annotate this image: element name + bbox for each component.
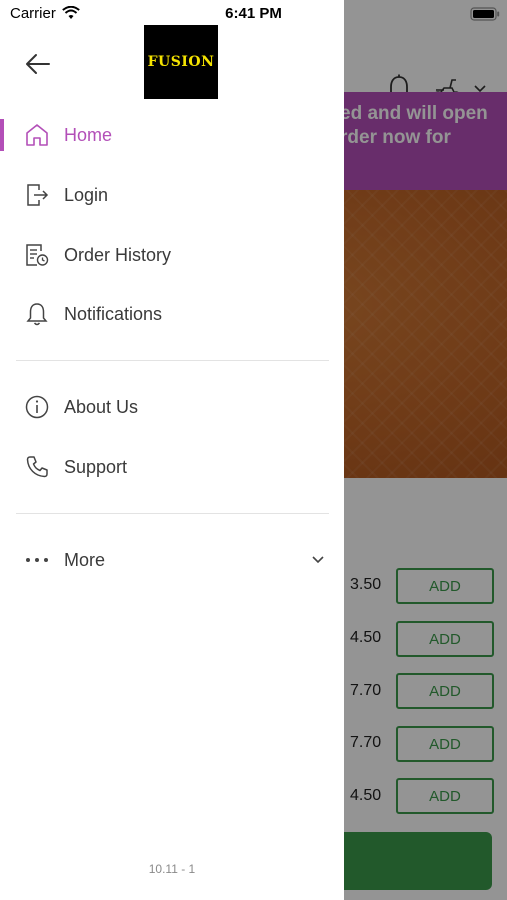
order-history-icon — [26, 244, 49, 266]
status-bar: Carrier 6:41 PM — [0, 0, 507, 28]
chevron-down-icon[interactable] — [310, 554, 326, 566]
more-dots-icon — [26, 558, 48, 562]
info-icon — [25, 395, 49, 419]
bell-icon — [26, 303, 48, 326]
menu-item-label: Notifications — [64, 303, 163, 324]
menu-item-label: Login — [64, 184, 109, 205]
menu-item-label: Home — [64, 124, 113, 145]
status-time: 6:41 PM — [225, 5, 282, 22]
login-icon — [27, 184, 49, 206]
back-arrow-icon[interactable] — [24, 50, 52, 78]
navigation-drawer: FUSION Home Login Order History Notifica… — [0, 0, 344, 900]
menu-item-label: Support — [64, 456, 128, 477]
menu-item-label: Order History — [64, 244, 172, 265]
menu-divider — [16, 360, 329, 361]
battery-icon — [470, 7, 500, 21]
home-icon — [26, 124, 48, 146]
menu-item-more[interactable]: More — [0, 538, 344, 582]
restaurant-logo: FUSION — [144, 25, 218, 99]
menu-item-label: More — [64, 549, 106, 570]
menu-item-order-history[interactable]: Order History — [0, 233, 344, 277]
app-version: 10.11 - 1 — [148, 862, 196, 876]
menu-item-home[interactable]: Home — [0, 113, 344, 157]
menu-item-notifications[interactable]: Notifications — [0, 292, 344, 336]
menu-item-login[interactable]: Login — [0, 173, 344, 217]
logo-text: FUSION — [147, 54, 215, 70]
menu-item-label: About Us — [64, 396, 139, 417]
menu-divider — [16, 513, 329, 514]
phone-icon — [26, 456, 48, 478]
menu-item-about-us[interactable]: About Us — [0, 385, 344, 429]
menu-item-support[interactable]: Support — [0, 445, 344, 489]
